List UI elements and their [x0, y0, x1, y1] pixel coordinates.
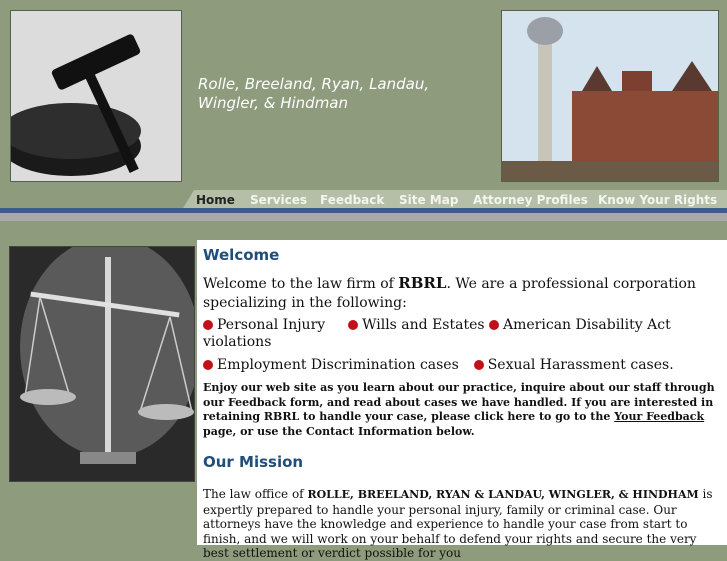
nav-feedback[interactable]: Feedback — [320, 193, 384, 207]
welcome-intro-prefix: Welcome to the law firm of — [203, 276, 394, 292]
practice-areas-line2: Employment Discrimination cases Sexual H… — [203, 357, 718, 374]
mission-firm-caps: ROLLE, BREELAND, RYAN & LANDAU, WINGLER,… — [307, 488, 699, 501]
welcome-intro-firm: RBRL — [398, 274, 447, 292]
practice-personal-injury: Personal Injury — [217, 317, 326, 333]
mission-text-prefix: The law office of — [203, 487, 304, 501]
bullet-icon — [203, 320, 213, 330]
practice-employment-discrimination: Employment Discrimination cases — [217, 357, 459, 373]
your-feedback-link[interactable]: Your Feedback — [614, 410, 704, 423]
practice-wills-estates: Wills and Estates — [362, 317, 485, 333]
header-rule-gray — [0, 213, 727, 221]
welcome-enjoy-text: Enjoy our web site as you learn about ou… — [203, 381, 718, 439]
firm-name-title: Rolle, Breeland, Ryan, Landau, Wingler, … — [198, 75, 488, 113]
firm-name-line2: Wingler, & Hindman — [198, 94, 348, 112]
mission-text: The law office of ROLLE, BREELAND, RYAN … — [203, 487, 723, 561]
nav-attorney-profiles[interactable]: Attorney Profiles — [473, 193, 588, 207]
nav-site-map[interactable]: Site Map — [399, 193, 458, 207]
bullet-icon — [473, 360, 484, 370]
reunion-tower-photo — [501, 10, 719, 182]
welcome-heading: Welcome — [203, 246, 280, 264]
welcome-intro: Welcome to the law firm of RBRL. We are … — [203, 274, 718, 313]
gavel-photo — [10, 10, 182, 182]
scales-of-justice-photo — [9, 246, 195, 482]
nav-services[interactable]: Services — [250, 193, 307, 207]
practice-areas-line1: Personal Injury Wills and Estates Americ… — [203, 317, 718, 351]
enjoy-text-suffix: page, or use the Contact Information bel… — [203, 424, 475, 438]
bullet-icon — [348, 320, 359, 330]
mission-heading: Our Mission — [203, 453, 304, 471]
nav-know-your-rights[interactable]: Know Your Rights — [598, 193, 717, 207]
bullet-icon — [489, 320, 500, 330]
practice-sexual-harassment: Sexual Harassment cases. — [487, 357, 674, 373]
nav-home[interactable]: Home — [196, 193, 235, 207]
bullet-icon — [203, 360, 213, 370]
firm-name-line1: Rolle, Breeland, Ryan, Landau, — [198, 75, 430, 93]
